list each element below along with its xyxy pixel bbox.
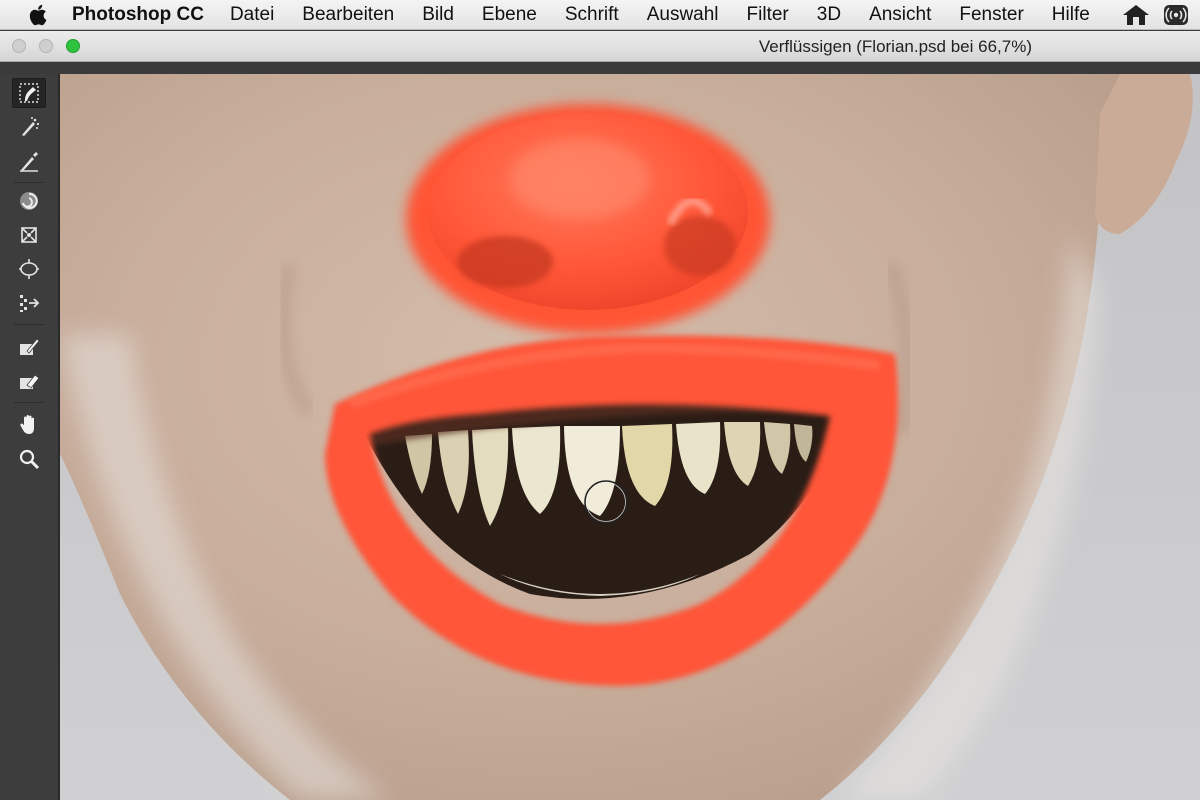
bloat-tool[interactable] — [12, 254, 46, 284]
freeze-mask-icon — [20, 338, 40, 355]
menu-bearbeiten[interactable]: Bearbeiten — [302, 4, 394, 26]
bloat-icon — [19, 259, 39, 279]
thaw-mask-tool[interactable] — [12, 366, 46, 396]
menu-hilfe[interactable]: Hilfe — [1052, 4, 1090, 26]
image-preview[interactable] — [60, 74, 1200, 800]
menu-auswahl[interactable]: Auswahl — [647, 4, 719, 26]
twirl-icon — [20, 192, 38, 210]
smooth-tool[interactable] — [12, 146, 46, 176]
hand-tool[interactable] — [12, 410, 46, 440]
options-strip — [0, 62, 1200, 74]
freeze-mask-tool[interactable] — [12, 332, 46, 362]
clown-nose — [406, 104, 770, 334]
menu-3d[interactable]: 3D — [817, 4, 841, 26]
forward-warp-tool[interactable] — [12, 78, 46, 108]
close-window-button[interactable] — [12, 39, 26, 53]
window-title: Verflüssigen (Florian.psd bei 66,7%) — [758, 37, 1032, 56]
tool-separator — [14, 324, 44, 325]
menu-datei[interactable]: Datei — [230, 4, 274, 26]
broadcast-icon[interactable] — [1162, 3, 1190, 27]
zoom-icon — [19, 449, 40, 470]
home-icon[interactable] — [1122, 3, 1150, 27]
hand-icon — [20, 415, 34, 434]
minimize-window-button[interactable] — [39, 39, 53, 53]
push-left-tool[interactable] — [12, 288, 46, 318]
pucker-tool[interactable] — [12, 220, 46, 250]
zoom-tool[interactable] — [12, 444, 46, 474]
menu-schrift[interactable]: Schrift — [565, 4, 619, 26]
zoom-window-button[interactable] — [66, 39, 80, 53]
app-menu[interactable]: Photoshop CC — [72, 4, 204, 26]
pucker-icon — [21, 227, 37, 243]
reconstruct-tool[interactable] — [12, 112, 46, 142]
liquify-tool-panel — [0, 74, 60, 800]
menu-ebene[interactable]: Ebene — [482, 4, 537, 26]
liquify-preview-canvas[interactable] — [60, 74, 1200, 800]
menu-filter[interactable]: Filter — [747, 4, 789, 26]
smooth-icon — [20, 152, 38, 172]
menu-bar: Photoshop CC Datei Bearbeiten Bild Ebene… — [0, 0, 1200, 30]
tool-separator — [14, 182, 44, 183]
warp-icon — [19, 83, 39, 103]
thaw-mask-icon — [20, 374, 40, 389]
tool-separator — [14, 402, 44, 403]
push-left-icon — [20, 295, 40, 312]
menu-ansicht[interactable]: Ansicht — [869, 4, 931, 26]
reconstruct-icon — [22, 117, 40, 136]
apple-menu-icon[interactable] — [24, 0, 52, 30]
menu-fenster[interactable]: Fenster — [959, 4, 1023, 26]
window-title-bar: Verflüssigen (Florian.psd bei 66,7%) — [0, 31, 1200, 62]
twirl-clockwise-tool[interactable] — [12, 186, 46, 216]
menu-bild[interactable]: Bild — [422, 4, 454, 26]
